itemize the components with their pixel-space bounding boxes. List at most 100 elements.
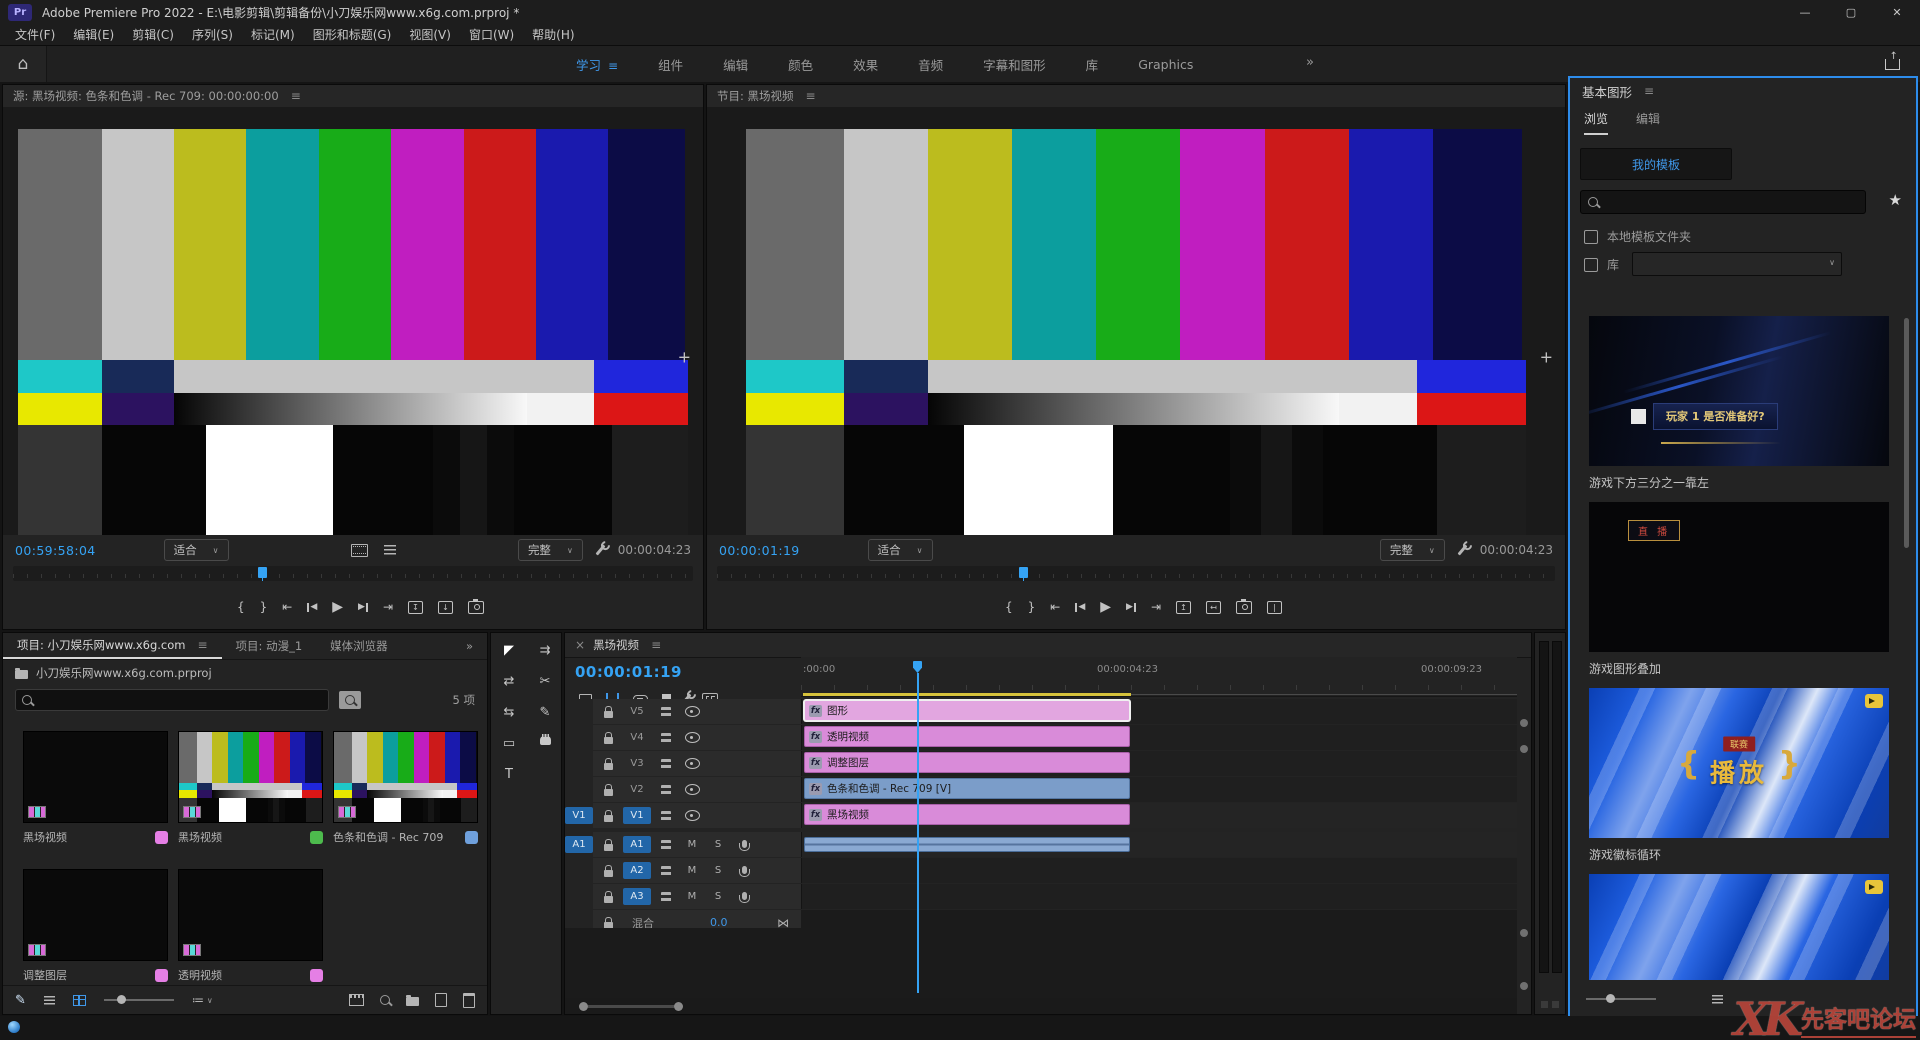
- template-list-scrollbar[interactable]: [1904, 318, 1909, 548]
- pen-tool[interactable]: ✎: [540, 705, 551, 720]
- solo-button[interactable]: S: [715, 891, 721, 902]
- program-video-viewport[interactable]: [707, 107, 1565, 535]
- panel-menu-icon[interactable]: ≡: [291, 89, 301, 103]
- source-patch-video[interactable]: V1: [565, 807, 593, 824]
- menu-window[interactable]: 窗口(W): [460, 26, 523, 43]
- panel-overflow-icon[interactable]: »: [452, 633, 487, 659]
- lock-icon[interactable]: [604, 763, 613, 770]
- overwrite-button[interactable]: ↓: [438, 601, 453, 614]
- workspace-tab-libraries[interactable]: 库: [1066, 55, 1119, 74]
- drag-audio-icon[interactable]: [384, 545, 396, 555]
- track-lane[interactable]: [801, 858, 1517, 883]
- go-to-out-button[interactable]: ⇥: [383, 600, 393, 614]
- go-to-out-button[interactable]: ⇥: [1151, 600, 1161, 614]
- clear-trash-icon[interactable]: [463, 993, 475, 1008]
- track-target-a1[interactable]: A1: [623, 836, 651, 853]
- solo-button[interactable]: S: [715, 865, 721, 876]
- selection-tool[interactable]: ◤: [504, 643, 514, 658]
- lock-icon[interactable]: [604, 789, 613, 796]
- step-back-button[interactable]: ◀: [307, 602, 317, 612]
- new-item-icon[interactable]: [435, 993, 447, 1007]
- project-item[interactable]: 黑场视频: [23, 731, 168, 845]
- insert-button[interactable]: ↧: [408, 601, 423, 614]
- mute-button[interactable]: M: [688, 891, 697, 902]
- lock-icon[interactable]: [604, 737, 613, 744]
- play-button[interactable]: ▶: [332, 599, 343, 615]
- program-playback-resolution-select[interactable]: 完整∨: [1380, 539, 1445, 561]
- mute-button[interactable]: M: [688, 839, 697, 850]
- program-monitor-header[interactable]: 节目: 黑场视频 ≡: [707, 85, 1565, 108]
- project-item[interactable]: 黑场视频: [178, 731, 323, 845]
- menu-help[interactable]: 帮助(H): [523, 26, 583, 43]
- track-lane[interactable]: fx图形: [801, 699, 1517, 724]
- template-item[interactable]: { 联赛 播放 } 游戏徽标循环: [1589, 688, 1889, 863]
- lock-icon[interactable]: [604, 815, 613, 822]
- track-lane[interactable]: [801, 884, 1517, 909]
- media-browser-tab[interactable]: 媒体浏览器: [316, 633, 402, 659]
- export-frame-button[interactable]: [468, 601, 484, 614]
- export-frame-button[interactable]: [1236, 601, 1252, 614]
- local-templates-checkbox[interactable]: [1584, 230, 1598, 244]
- source-video-viewport[interactable]: [3, 107, 703, 535]
- timeline-playhead-line[interactable]: [917, 673, 919, 993]
- template-thumbnail-partial[interactable]: [1589, 874, 1889, 980]
- track-lane[interactable]: fx调整图层: [801, 751, 1517, 776]
- sync-lock-icon[interactable]: [661, 733, 671, 743]
- project-item[interactable]: 调整图层: [23, 869, 168, 983]
- thumbnail-size-slider[interactable]: [1586, 998, 1656, 1000]
- panel-menu-icon[interactable]: ≡: [651, 638, 661, 652]
- close-sequence-icon[interactable]: ×: [575, 638, 585, 652]
- template-search-box[interactable]: [1580, 190, 1866, 214]
- close-button[interactable]: ✕: [1874, 0, 1920, 24]
- timeline-ruler[interactable]: :00:00 00:00:04:23 00:00:09:23: [801, 657, 1517, 697]
- menu-edit[interactable]: 编辑(E): [64, 26, 123, 43]
- clip-name[interactable]: 黑场视频: [178, 829, 222, 845]
- track-visibility-icon[interactable]: [685, 732, 700, 743]
- label-color-chip[interactable]: [310, 969, 323, 982]
- clip-thumbnail-transparent-video[interactable]: [178, 869, 323, 961]
- voiceover-record-icon[interactable]: [742, 866, 747, 874]
- new-bin-icon[interactable]: [406, 997, 419, 1006]
- project-writable-icon[interactable]: ✎: [15, 993, 26, 1008]
- lift-button[interactable]: ↥: [1176, 601, 1191, 614]
- rectangle-tool[interactable]: ▭: [503, 736, 515, 751]
- label-color-chip[interactable]: [155, 831, 168, 844]
- hand-tool[interactable]: [540, 736, 551, 745]
- track-target-v1[interactable]: V1: [623, 807, 651, 824]
- sync-lock-icon[interactable]: [661, 785, 671, 795]
- timeline-horizontal-scrollbar[interactable]: [565, 998, 1517, 1014]
- template-search-input[interactable]: [1604, 195, 1858, 210]
- timeline-clip-black-video[interactable]: fx黑场视频: [804, 804, 1130, 825]
- icon-view-icon[interactable]: [73, 995, 86, 1006]
- template-thumbnail-logo-loop[interactable]: { 联赛 播放 }: [1589, 688, 1889, 838]
- sequence-tab-label[interactable]: 黑场视频: [593, 637, 639, 653]
- lock-icon[interactable]: [604, 896, 613, 903]
- source-timecode[interactable]: 00:59:58:04: [15, 543, 96, 558]
- template-thumbnail-lower-third[interactable]: 玩家 1 是否准备好?: [1589, 316, 1889, 466]
- minimize-button[interactable]: —: [1782, 0, 1828, 24]
- mark-in-button[interactable]: {: [1005, 600, 1013, 614]
- template-item[interactable]: 玩家 1 是否准备好? 游戏下方三分之一靠左: [1589, 316, 1889, 491]
- clip-name[interactable]: 色条和色调 - Rec 709: [333, 829, 443, 845]
- source-scrubber[interactable]: [13, 566, 693, 581]
- template-item[interactable]: [1589, 874, 1889, 980]
- my-templates-button[interactable]: 我的模板: [1580, 148, 1732, 180]
- template-item[interactable]: 直 播 游戏图形叠加: [1589, 502, 1889, 677]
- workspace-tab-effects[interactable]: 效果: [833, 55, 898, 74]
- sync-lock-icon[interactable]: [661, 892, 671, 902]
- program-zoom-select[interactable]: 适合∨: [868, 539, 933, 561]
- solo-button[interactable]: S: [715, 839, 721, 850]
- solo-left-icon[interactable]: [1541, 1001, 1548, 1008]
- sort-icons-button[interactable]: ≔∨: [192, 993, 213, 1007]
- menu-markers[interactable]: 标记(M): [242, 26, 304, 43]
- go-to-in-button[interactable]: ⇤: [1050, 600, 1060, 614]
- maximize-button[interactable]: ▢: [1828, 0, 1874, 24]
- timeline-clip-bars-tone[interactable]: fx色条和色调 - Rec 709 [V]: [804, 778, 1130, 799]
- ripple-edit-tool[interactable]: ⇄: [504, 674, 515, 689]
- workspace-tab-graphics[interactable]: Graphics: [1118, 57, 1213, 72]
- library-checkbox[interactable]: [1584, 258, 1598, 272]
- sync-lock-icon[interactable]: [661, 759, 671, 769]
- panel-menu-icon[interactable]: ≡: [1644, 84, 1654, 98]
- voiceover-record-icon[interactable]: [742, 892, 747, 900]
- play-button[interactable]: ▶: [1100, 599, 1111, 615]
